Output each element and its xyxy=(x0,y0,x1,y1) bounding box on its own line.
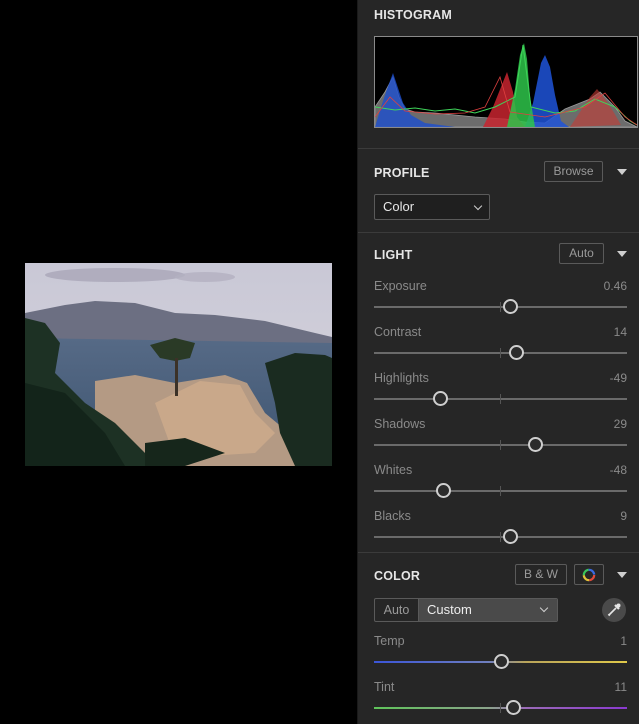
slider-center-mark xyxy=(500,532,501,542)
slider-thumb[interactable] xyxy=(435,483,451,498)
chevron-down-icon xyxy=(473,201,483,211)
slider-value[interactable]: 14 xyxy=(614,325,627,339)
slider-value[interactable]: 0.46 xyxy=(604,279,627,293)
histogram-chart xyxy=(374,36,638,128)
edit-panel: HISTOGRAM PROFILE Browse Color LIGHT Aut… xyxy=(357,0,639,724)
slider-value[interactable]: -49 xyxy=(610,371,627,385)
profile-title: PROFILE xyxy=(374,166,430,180)
slider-label: Contrast xyxy=(374,325,422,339)
slider-thumb[interactable] xyxy=(508,345,524,360)
white-balance-selector: Auto Custom xyxy=(374,598,558,622)
light-slider-whites[interactable]: Whites -48 xyxy=(374,463,627,503)
light-slider-highlights[interactable]: Highlights -49 xyxy=(374,371,627,411)
slider-value[interactable]: -48 xyxy=(610,463,627,477)
slider-label: Tint xyxy=(374,680,395,694)
slider-label: Temp xyxy=(374,634,405,648)
slider-value[interactable]: 11 xyxy=(615,680,627,694)
slider-center-mark xyxy=(500,394,501,404)
photo-canvas xyxy=(0,0,357,724)
color-mixer-button[interactable] xyxy=(574,564,604,585)
light-slider-contrast[interactable]: Contrast 14 xyxy=(374,325,627,365)
slider-value[interactable]: 29 xyxy=(614,417,627,431)
eyedropper-button[interactable] xyxy=(602,598,626,622)
slider-label: Highlights xyxy=(374,371,429,385)
color-collapse-icon[interactable] xyxy=(617,572,627,578)
profile-select[interactable]: Color xyxy=(374,194,490,220)
divider xyxy=(358,552,639,553)
slider-center-mark xyxy=(500,703,501,713)
wb-mode-select[interactable]: Custom xyxy=(419,599,557,621)
color-slider-temp[interactable]: Temp 1 xyxy=(374,634,627,674)
color-title: COLOR xyxy=(374,569,421,583)
slider-label: Shadows xyxy=(374,417,426,431)
wb-mode-value: Custom xyxy=(427,602,472,617)
color-wheel-icon xyxy=(582,568,596,582)
slider-thumb[interactable] xyxy=(527,437,543,452)
light-slider-blacks[interactable]: Blacks 9 xyxy=(374,509,627,549)
slider-label: Whites xyxy=(374,463,413,477)
wb-auto-button[interactable]: Auto xyxy=(375,599,419,621)
profile-collapse-icon[interactable] xyxy=(617,169,627,175)
light-title: LIGHT xyxy=(374,248,413,262)
slider-label: Exposure xyxy=(374,279,427,293)
photo-landscape xyxy=(25,263,332,466)
slider-center-mark xyxy=(500,302,501,312)
photo-image xyxy=(25,263,332,466)
profile-select-value: Color xyxy=(383,199,415,214)
slider-value[interactable]: 9 xyxy=(620,509,627,523)
light-slider-exposure[interactable]: Exposure 0.46 xyxy=(374,279,627,319)
slider-value[interactable]: 1 xyxy=(620,634,627,648)
light-auto-button[interactable]: Auto xyxy=(559,243,604,264)
slider-thumb[interactable] xyxy=(433,391,449,406)
slider-label: Blacks xyxy=(374,509,411,523)
light-slider-shadows[interactable]: Shadows 29 xyxy=(374,417,627,457)
histogram-title: HISTOGRAM xyxy=(374,8,452,22)
divider xyxy=(358,232,639,233)
slider-center-mark xyxy=(500,440,501,450)
color-slider-tint[interactable]: Tint 11 xyxy=(374,680,627,720)
slider-thumb[interactable] xyxy=(502,529,518,544)
bw-button[interactable]: B & W xyxy=(515,564,567,585)
slider-thumb[interactable] xyxy=(502,299,518,314)
slider-center-mark xyxy=(500,348,501,358)
divider xyxy=(358,148,639,149)
histogram-graph xyxy=(374,43,638,128)
light-collapse-icon[interactable] xyxy=(617,251,627,257)
slider-center-mark xyxy=(500,486,501,496)
eyedropper-icon xyxy=(607,603,621,617)
browse-button[interactable]: Browse xyxy=(544,161,603,182)
slider-thumb[interactable] xyxy=(493,654,509,669)
chevron-down-icon xyxy=(539,603,549,613)
slider-thumb[interactable] xyxy=(506,700,522,715)
